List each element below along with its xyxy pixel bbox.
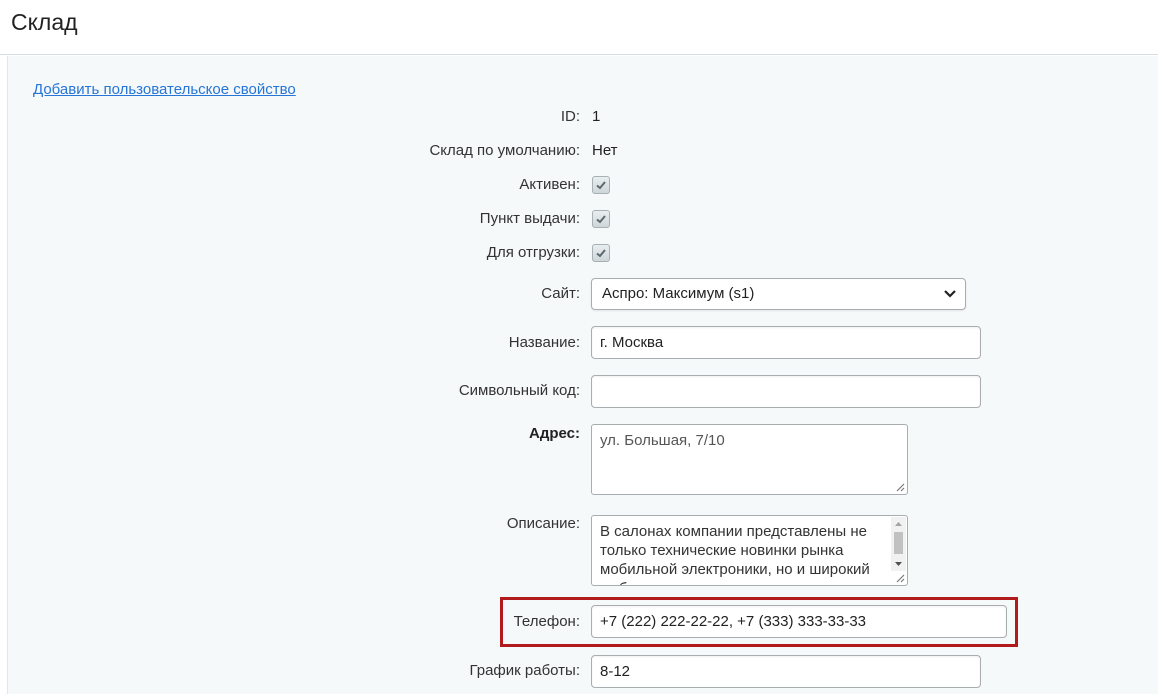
check-icon: [596, 215, 606, 224]
add-custom-property-link[interactable]: Добавить пользовательское свойство: [33, 81, 296, 98]
page-title: Склад: [11, 9, 78, 35]
site-label: Сайт:: [541, 285, 580, 302]
name-input[interactable]: г. Москва: [591, 326, 981, 359]
site-select-value: Аспро: Максимум (s1): [602, 285, 755, 302]
description-scrollbar[interactable]: [891, 517, 906, 571]
shipping-label: Для отгрузки:: [486, 244, 580, 261]
scroll-down-icon[interactable]: [891, 557, 906, 571]
code-input[interactable]: [591, 375, 981, 408]
default-store-value: Нет: [592, 142, 618, 159]
address-textarea[interactable]: ул. Большая, 7/10: [591, 424, 908, 495]
name-label: Название:: [508, 334, 580, 351]
active-label: Активен:: [519, 176, 580, 193]
resize-grip-icon[interactable]: [895, 482, 905, 492]
scroll-thumb[interactable]: [894, 532, 903, 554]
schedule-label: График работы:: [469, 662, 580, 679]
address-label: Адрес:: [529, 425, 580, 442]
resize-grip-icon[interactable]: [895, 573, 905, 583]
site-select[interactable]: Аспро: Максимум (s1): [591, 278, 966, 310]
check-icon: [596, 181, 606, 190]
pickup-checkbox[interactable]: [592, 210, 610, 228]
id-value: 1: [592, 108, 601, 125]
page-header: Склад: [0, 0, 1158, 55]
description-value: В салонах компании представлены не тольк…: [600, 523, 870, 585]
pickup-label: Пункт выдачи:: [479, 210, 580, 227]
shipping-checkbox[interactable]: [592, 244, 610, 262]
chevron-down-icon: [944, 290, 956, 298]
description-label: Описание:: [506, 515, 580, 532]
phone-highlight-frame: [500, 597, 1018, 647]
schedule-input[interactable]: 8-12: [591, 655, 981, 688]
id-label: ID:: [560, 108, 580, 125]
scroll-up-icon[interactable]: [891, 517, 906, 531]
address-value: ул. Большая, 7/10: [600, 432, 725, 449]
active-checkbox[interactable]: [592, 176, 610, 194]
check-icon: [596, 249, 606, 258]
default-store-label: Склад по умолчанию:: [429, 142, 580, 159]
code-label: Символьный код:: [458, 382, 580, 399]
description-textarea[interactable]: В салонах компании представлены не тольк…: [591, 515, 908, 586]
